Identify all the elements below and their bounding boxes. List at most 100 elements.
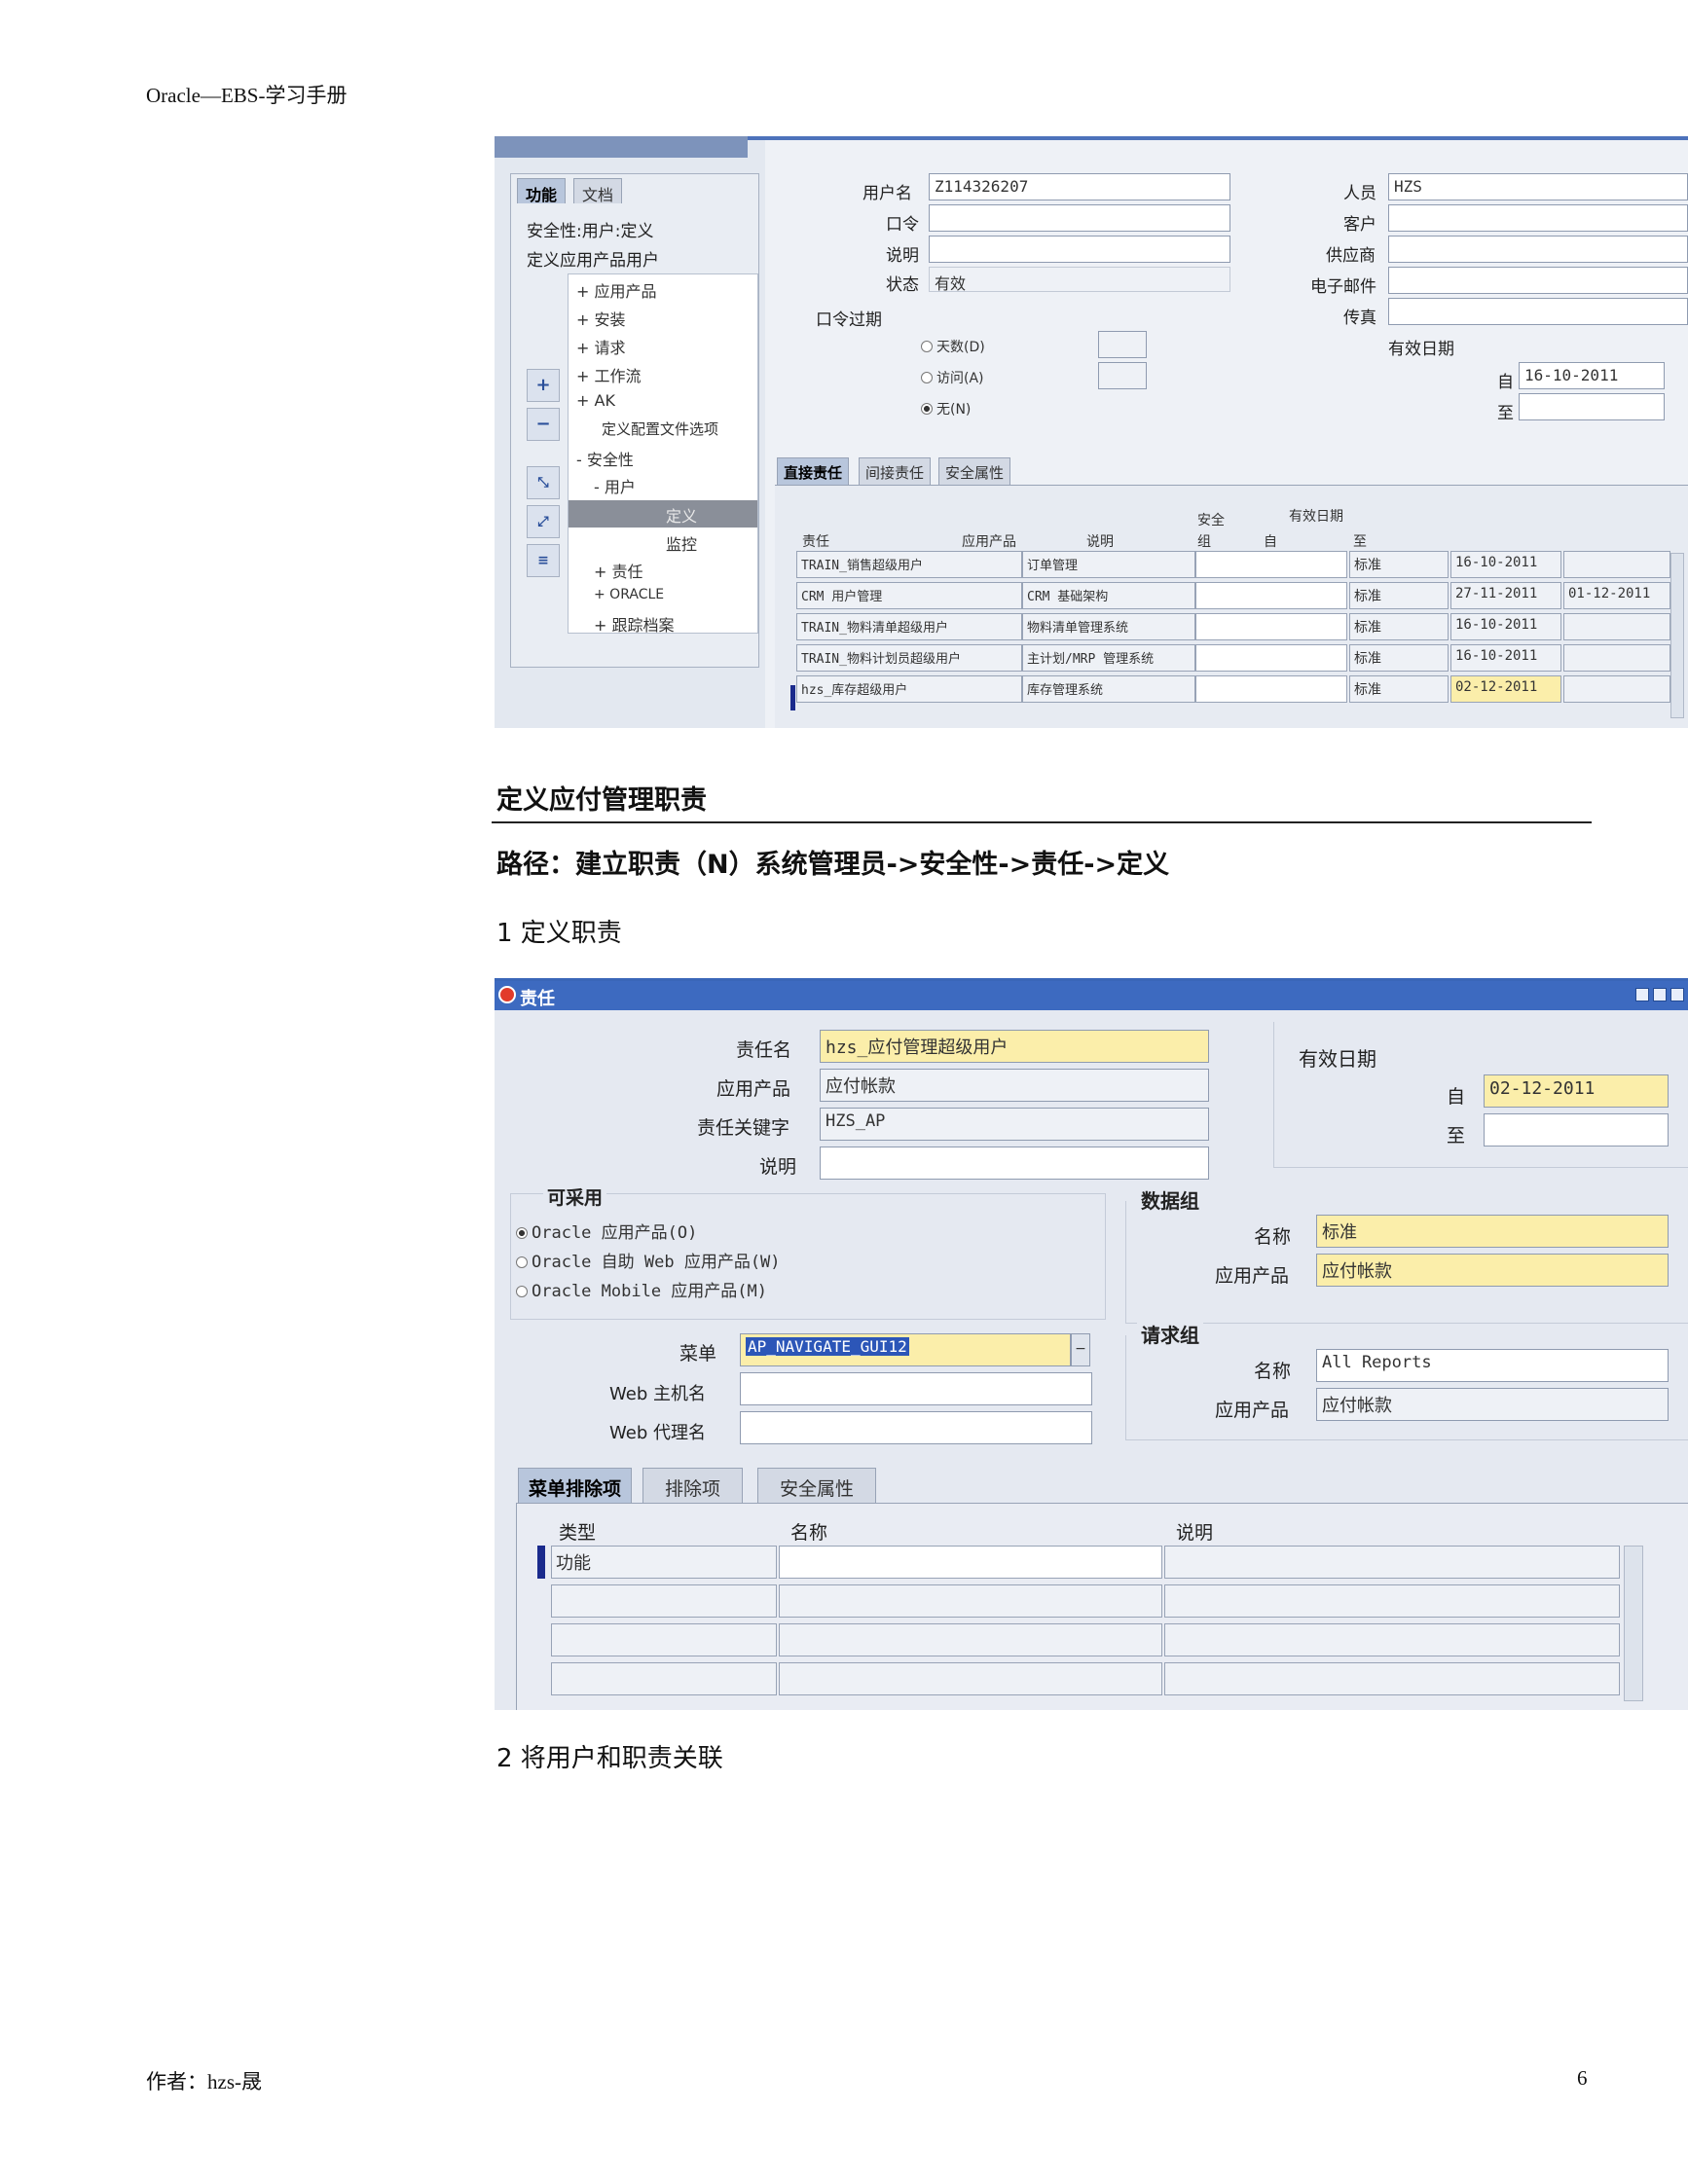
available-web-radio[interactable]: Oracle 自助 Web 应用产品(W) <box>516 1248 781 1272</box>
tree-item[interactable]: + 请求 <box>576 335 626 358</box>
description-field[interactable] <box>1164 1546 1620 1579</box>
grid-cell[interactable]: 订单管理 <box>1022 551 1195 578</box>
grid-cell[interactable] <box>1563 675 1670 703</box>
grid-cell[interactable]: 16-10-2011 <box>1450 644 1561 672</box>
grid-cell[interactable]: 标准 <box>1349 582 1449 609</box>
type-select[interactable]: 功能 <box>551 1546 777 1579</box>
grid-cell[interactable] <box>1195 644 1347 672</box>
tree-item[interactable]: + 安装 <box>576 307 626 330</box>
rg-name-field[interactable]: All Reports <box>1316 1349 1669 1382</box>
grid-cell[interactable]: TRAIN_物料计划员超级用户 <box>796 644 1022 672</box>
dg-app-field[interactable]: 应付帐款 <box>1316 1254 1669 1287</box>
tab-menu-exclusions[interactable]: 菜单排除项 <box>518 1468 633 1503</box>
tab-security-attrs[interactable]: 安全属性 <box>938 457 1011 485</box>
tab-exclusions[interactable]: 排除项 <box>642 1468 744 1503</box>
tree-item[interactable]: + ORACLE <box>594 587 664 602</box>
tree-item[interactable]: + 工作流 <box>576 363 642 386</box>
tree-item[interactable]: - 安全性 <box>576 447 634 470</box>
description-field[interactable] <box>1164 1623 1620 1656</box>
web-host-field[interactable] <box>740 1372 1092 1405</box>
grid-cell[interactable]: 库存管理系统 <box>1022 675 1195 703</box>
grid-cell[interactable]: 物料清单管理系统 <box>1022 613 1195 640</box>
description-field[interactable] <box>929 236 1230 263</box>
grid-cell[interactable]: hzs_库存超级用户 <box>796 675 1022 703</box>
expand-plus-icon[interactable]: + <box>527 369 560 402</box>
to-date-field[interactable] <box>1484 1113 1669 1147</box>
expiry-access-radio[interactable]: 访问(A) <box>921 368 984 387</box>
supplier-field[interactable] <box>1388 236 1688 263</box>
web-agent-field[interactable] <box>740 1411 1092 1444</box>
grid-cell[interactable]: 标准 <box>1349 644 1449 672</box>
grid-cell[interactable]: 01-12-2011 <box>1563 582 1670 609</box>
to-date-field[interactable] <box>1519 393 1665 420</box>
expiry-access-field[interactable] <box>1098 362 1147 389</box>
grid-cell[interactable] <box>1563 613 1670 640</box>
name-field[interactable] <box>779 1662 1162 1695</box>
grid-cell[interactable] <box>1563 551 1670 578</box>
tree-item[interactable]: + 应用产品 <box>576 278 657 302</box>
description-field[interactable] <box>1164 1662 1620 1695</box>
fax-field[interactable] <box>1388 298 1688 325</box>
type-select[interactable] <box>551 1623 777 1656</box>
application-field[interactable]: 应付帐款 <box>820 1069 1209 1102</box>
expand-all-icon[interactable]: ⤡ <box>527 466 560 499</box>
close-icon[interactable] <box>1670 988 1684 1001</box>
description-field[interactable] <box>820 1147 1209 1180</box>
exclusions-scrollbar[interactable] <box>1624 1546 1643 1701</box>
grid-cell[interactable]: TRAIN_销售超级用户 <box>796 551 1022 578</box>
collapse-minus-icon[interactable]: − <box>527 408 560 441</box>
grid-cell[interactable]: 02-12-2011 <box>1450 675 1561 703</box>
from-date-field[interactable]: 02-12-2011 <box>1484 1074 1669 1108</box>
name-field[interactable] <box>779 1546 1162 1579</box>
resp-name-field[interactable]: hzs_应付管理超级用户 <box>820 1030 1209 1063</box>
type-select[interactable] <box>551 1662 777 1695</box>
grid-cell[interactable]: CRM 基础架构 <box>1022 582 1195 609</box>
grid-cell[interactable]: 16-10-2011 <box>1450 613 1561 640</box>
grid-cell[interactable]: 主计划/MRP 管理系统 <box>1022 644 1195 672</box>
tab-functions[interactable]: 功能 <box>517 178 567 204</box>
grid-cell[interactable] <box>1195 551 1347 578</box>
expiry-none-radio[interactable]: 无(N) <box>921 399 971 419</box>
dg-name-field[interactable]: 标准 <box>1316 1215 1669 1248</box>
person-field[interactable]: HZS <box>1388 173 1688 200</box>
tree-item[interactable]: + AK <box>576 391 615 410</box>
password-field[interactable] <box>929 204 1230 232</box>
tab-direct-resp[interactable]: 直接责任 <box>777 457 850 485</box>
tree-item[interactable]: - 用户 <box>594 474 636 497</box>
tab-documents[interactable]: 文档 <box>573 178 623 204</box>
type-select[interactable] <box>551 1584 777 1618</box>
grid-cell[interactable]: 16-10-2011 <box>1450 551 1561 578</box>
from-date-field[interactable]: 16-10-2011 <box>1519 362 1665 389</box>
grid-cell[interactable]: 标准 <box>1349 551 1449 578</box>
grid-cell[interactable] <box>1195 675 1347 703</box>
tree-arrow-icon[interactable]: ≡ <box>527 544 560 577</box>
available-oracle-radio[interactable]: Oracle 应用产品(O) <box>516 1219 697 1243</box>
grid-cell[interactable] <box>1195 613 1347 640</box>
resp-key-field[interactable]: HZS_AP <box>820 1108 1209 1141</box>
menu-lov-icon[interactable]: − <box>1071 1333 1090 1366</box>
tree-item-selected[interactable]: 定义 <box>569 500 757 528</box>
grid-cell[interactable]: CRM 用户管理 <box>796 582 1022 609</box>
expiry-days-field[interactable] <box>1098 331 1147 358</box>
grid-cell[interactable]: 标准 <box>1349 675 1449 703</box>
grid-cell[interactable]: 标准 <box>1349 613 1449 640</box>
name-field[interactable] <box>779 1584 1162 1618</box>
name-field[interactable] <box>779 1623 1162 1656</box>
minimize-icon[interactable] <box>1635 988 1649 1001</box>
maximize-icon[interactable] <box>1653 988 1667 1001</box>
tab-security-attributes[interactable]: 安全属性 <box>757 1468 877 1503</box>
grid-cell[interactable]: TRAIN_物料清单超级用户 <box>796 613 1022 640</box>
available-mobile-radio[interactable]: Oracle Mobile 应用产品(M) <box>516 1277 767 1301</box>
menu-field[interactable]: AP_NAVIGATE_GUI12 <box>740 1333 1071 1366</box>
username-field[interactable]: Z114326207 <box>929 173 1230 200</box>
tree-item[interactable]: 定义配置文件选项 <box>602 419 718 439</box>
tree-item[interactable]: + 跟踪档案 <box>594 612 675 636</box>
tab-indirect-resp[interactable]: 间接责任 <box>859 457 932 485</box>
customer-field[interactable] <box>1388 204 1688 232</box>
email-field[interactable] <box>1388 267 1688 294</box>
tree-item[interactable]: 监控 <box>666 531 697 555</box>
description-field[interactable] <box>1164 1584 1620 1618</box>
collapse-all-icon[interactable]: ⤢ <box>527 505 560 538</box>
rg-app-field[interactable]: 应付帐款 <box>1316 1388 1669 1421</box>
expiry-days-radio[interactable]: 天数(D) <box>921 337 985 356</box>
